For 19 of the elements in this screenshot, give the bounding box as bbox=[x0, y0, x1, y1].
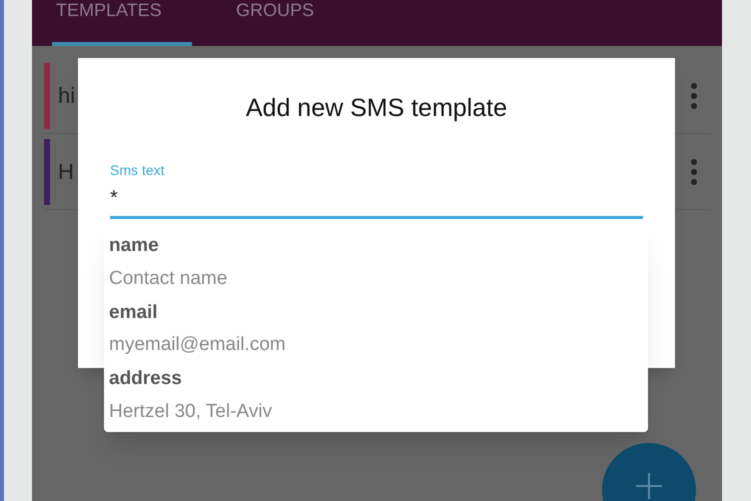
suggestion-item[interactable]: email myemail@email.com bbox=[109, 298, 643, 366]
suggestion-example: Hertzel 30, Tel-Aviv bbox=[109, 400, 273, 424]
tab[interactable]: GROUPS bbox=[232, 0, 318, 46]
suggestion-key: address bbox=[109, 365, 643, 394]
template-text: hi bbox=[58, 82, 76, 110]
suggestion-item[interactable]: name Contact name bbox=[109, 232, 643, 299]
template-text: H bbox=[58, 158, 74, 186]
field-label: Sms text bbox=[110, 160, 166, 180]
suggestion-item[interactable]: address Hertzel 30, Tel-Aviv bbox=[109, 365, 643, 432]
sms-text-field[interactable]: * bbox=[110, 180, 643, 218]
dialog-title: Add new SMS template bbox=[244, 93, 508, 124]
more-options-icon[interactable] bbox=[690, 82, 698, 110]
suggestion-example: myemail@email.com bbox=[109, 333, 287, 358]
suggestion-example: Contact name bbox=[109, 266, 228, 290]
suggestion-key: email bbox=[109, 298, 643, 328]
tab[interactable]: TEMPLATES bbox=[52, 0, 192, 46]
suggestion-key: name bbox=[109, 232, 643, 260]
more-options-icon[interactable] bbox=[690, 158, 698, 186]
plus-icon bbox=[636, 473, 662, 499]
